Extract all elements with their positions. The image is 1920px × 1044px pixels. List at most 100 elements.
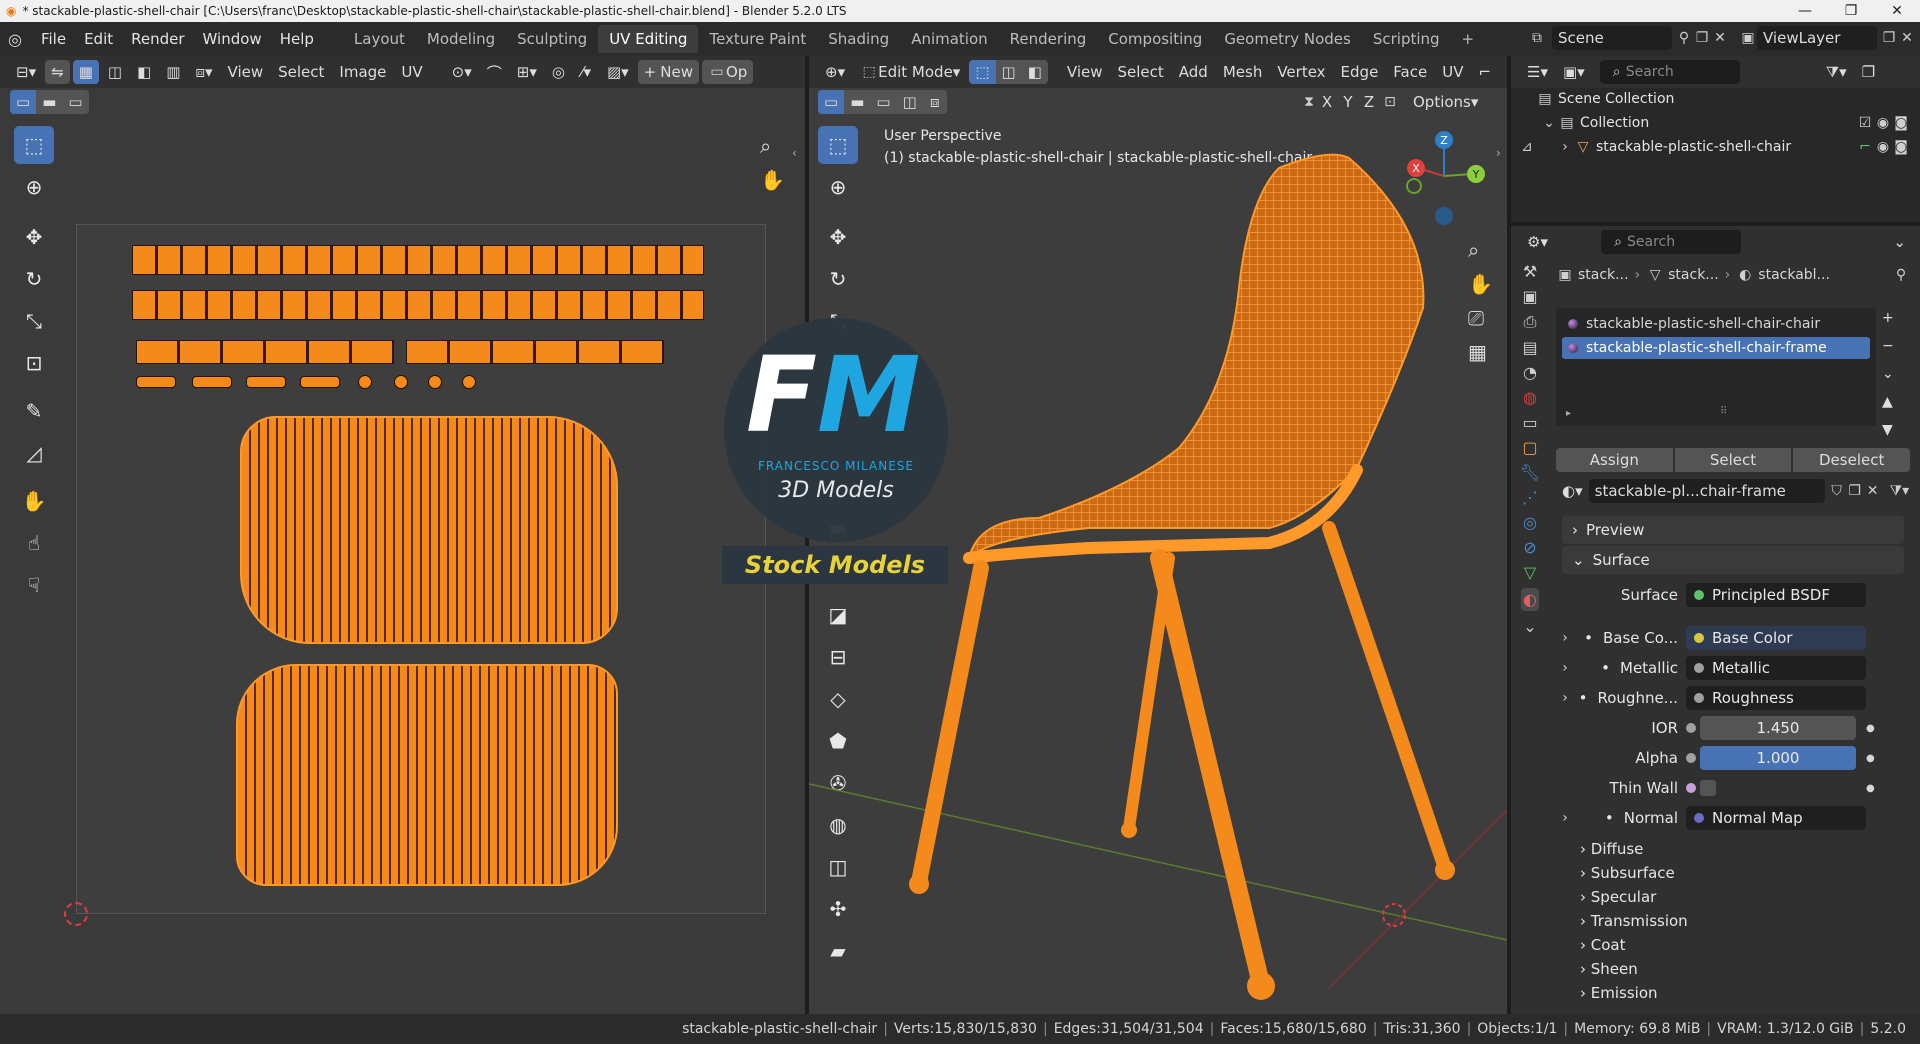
subpanel-emission[interactable]: › Emission (1580, 984, 1658, 1002)
view-layer-tab-icon[interactable]: ▤ (1522, 338, 1537, 357)
editor-type-icon[interactable]: ⊟▾ (10, 60, 42, 84)
uv-menu-view[interactable]: View (222, 60, 270, 84)
uv-menu-image[interactable]: Image (333, 60, 392, 84)
tab-geometry-nodes[interactable]: Geometry Nodes (1213, 25, 1362, 53)
tab-scripting[interactable]: Scripting (1362, 25, 1451, 53)
outliner-scene-collection[interactable]: ▤ Scene Collection (1536, 90, 1674, 108)
add-slot-icon[interactable]: + (1882, 310, 1894, 326)
menu-file[interactable]: File (32, 30, 75, 48)
object-render-camera-icon[interactable]: ◙ (1892, 138, 1910, 156)
slot-specials-icon[interactable]: ⌄ (1882, 366, 1894, 382)
add-workspace-icon[interactable]: + (1451, 25, 1486, 53)
data-tab-icon[interactable]: ▽ (1524, 563, 1536, 582)
vertex-select-icon[interactable]: ▦ (72, 60, 99, 84)
uv-toggle-icon[interactable]: ⊿ (1518, 138, 1536, 156)
surface-panel-header[interactable]: ⌄ Surface (1562, 546, 1904, 574)
collection-expand-icon[interactable]: ⌄ (1540, 114, 1558, 132)
normal-expand-icon[interactable]: › (1556, 809, 1574, 827)
viewport-menu-mesh[interactable]: Mesh (1217, 60, 1269, 84)
unlink-material-icon[interactable]: ✕ (1864, 482, 1882, 500)
grab-tool-icon[interactable]: ✋ (14, 482, 54, 520)
modifier-tab-icon[interactable]: 🔧︎ (1520, 463, 1540, 482)
duplicate-material-icon[interactable]: ❐ (1846, 482, 1864, 500)
texture-tab-icon[interactable]: ⌄ (1523, 617, 1536, 636)
properties-search[interactable]: ⌕ Search (1600, 230, 1741, 254)
object-tab-icon[interactable]: ▢ (1522, 438, 1537, 457)
delete-scene-icon[interactable]: ✕ (1711, 29, 1729, 47)
base-color-expand-icon[interactable]: › (1556, 629, 1574, 647)
mode-selector[interactable]: ⬚ Edit Mode ▾ (854, 60, 966, 84)
outliner-search[interactable]: ⌕ Search (1599, 60, 1740, 84)
material-tab-icon[interactable]: ◐ (1521, 588, 1539, 611)
subpanel-coat[interactable]: › Coat (1580, 936, 1626, 954)
roughness-field[interactable]: Roughness (1686, 686, 1866, 710)
uv-menu-uv[interactable]: UV (395, 60, 428, 84)
tab-shading[interactable]: Shading (817, 25, 900, 53)
viewlayer-name[interactable]: ViewLayer (1757, 26, 1877, 50)
rotate-tool-icon[interactable]: ↻ (14, 260, 54, 298)
image-browse-icon[interactable]: ▨▾ (601, 60, 635, 84)
keyframe-dot-icon[interactable]: ● (1866, 783, 1875, 794)
tab-texture-paint[interactable]: Texture Paint (698, 25, 817, 53)
render-tab-icon[interactable]: ▣ (1522, 287, 1537, 306)
open-image-button[interactable]: ▭ Op (701, 60, 754, 84)
base-color-field[interactable]: Base Color (1686, 626, 1866, 650)
rip-tool-icon[interactable]: ◿ (14, 434, 54, 472)
snap-target-icon[interactable]: ⊞▾ (511, 60, 543, 84)
metallic-expand-icon[interactable]: › (1556, 659, 1574, 677)
world-tab-icon[interactable]: ◍ (1523, 388, 1537, 407)
relax-tool-icon[interactable]: ☝ (14, 524, 54, 562)
slot-list-resize-handle[interactable]: ⠿ (1720, 406, 1727, 417)
select-box-mode-icon[interactable]: ▭ (10, 90, 37, 114)
menu-window[interactable]: Window (194, 30, 271, 48)
pivot-icon[interactable]: ⊙▾ (446, 60, 478, 84)
move-slot-up-icon[interactable]: ▲ (1882, 394, 1894, 410)
viewport-editor-type-icon[interactable]: ⊕▾ (819, 60, 851, 84)
tab-rendering[interactable]: Rendering (999, 25, 1098, 53)
tab-modeling[interactable]: Modeling (416, 25, 506, 53)
scale-tool-icon[interactable]: ⤡ (14, 302, 54, 340)
alpha-field[interactable]: 1.000 (1700, 746, 1856, 770)
viewport-menu-add[interactable]: Add (1173, 60, 1214, 84)
scene-icon[interactable]: ⧉ (1528, 29, 1546, 47)
select-extend-icon[interactable]: ▬ (36, 90, 63, 114)
exclude-checkbox-icon[interactable]: ☑ (1856, 114, 1874, 132)
metallic-field[interactable]: Metallic (1686, 656, 1866, 680)
pinch-tool-icon[interactable]: ☟ (14, 566, 54, 604)
edge-select-icon[interactable]: ◫ (102, 60, 128, 84)
subpanel-sheen[interactable]: › Sheen (1580, 960, 1638, 978)
keyframe-dot-icon[interactable]: ● (1866, 753, 1875, 764)
close-button[interactable]: ✕ (1874, 0, 1920, 22)
tool-tab-icon[interactable]: ⚒ (1523, 262, 1537, 281)
slot-list-expand-icon[interactable]: ▸ (1566, 408, 1571, 419)
uv-pan-icon[interactable]: ✋ (760, 168, 785, 192)
properties-editor-type-icon[interactable]: ⚙▾ (1521, 230, 1554, 254)
outliner-collection[interactable]: ⌄ ▤ Collection ☑ ◉ ◙ (1540, 114, 1910, 132)
subpanel-specular[interactable]: › Specular (1580, 888, 1656, 906)
island-select-icon[interactable]: ▥ (160, 60, 186, 84)
output-tab-icon[interactable]: ⎙ (1524, 312, 1537, 332)
menu-edit[interactable]: Edit (75, 30, 122, 48)
select-button[interactable]: Select (1674, 448, 1792, 472)
preview-panel-header[interactable]: › Preview (1562, 516, 1904, 544)
maximize-button[interactable]: ❐ (1828, 0, 1874, 22)
subpanel-subsurface[interactable]: › Subsurface (1580, 864, 1675, 882)
normal-field[interactable]: Normal Map (1686, 806, 1866, 830)
new-collection-icon[interactable]: ❐ (1856, 60, 1881, 84)
move-slot-down-icon[interactable]: ▼ (1882, 422, 1894, 438)
uv-zoom-icon[interactable]: ⌕ (760, 134, 771, 158)
scene-tab-icon[interactable]: ◔ (1523, 363, 1537, 382)
constraints-tab-icon[interactable]: ⊘ (1523, 538, 1536, 557)
proportional-icon[interactable]: ◎ (546, 60, 571, 84)
outliner-editor-type-icon[interactable]: ☰▾ (1521, 60, 1554, 84)
filter-icon[interactable]: ⧩▾ (1820, 60, 1853, 84)
viewport-menu-view[interactable]: View (1061, 60, 1109, 84)
outliner-object-row[interactable]: ⊿ › ▽ stackable-plastic-shell-chair ⌐ ◉ … (1518, 138, 1910, 156)
particles-tab-icon[interactable]: ⋰ (1522, 488, 1538, 507)
minimize-button[interactable]: — (1782, 0, 1828, 22)
display-mode-icon[interactable]: ▣▾ (1557, 60, 1591, 84)
viewport-menu-select[interactable]: Select (1112, 60, 1170, 84)
thin-wall-checkbox[interactable] (1700, 780, 1716, 796)
sync-selection-icon[interactable]: ⇋ (45, 60, 70, 84)
object-visibility-eye-icon[interactable]: ◉ (1874, 138, 1892, 156)
